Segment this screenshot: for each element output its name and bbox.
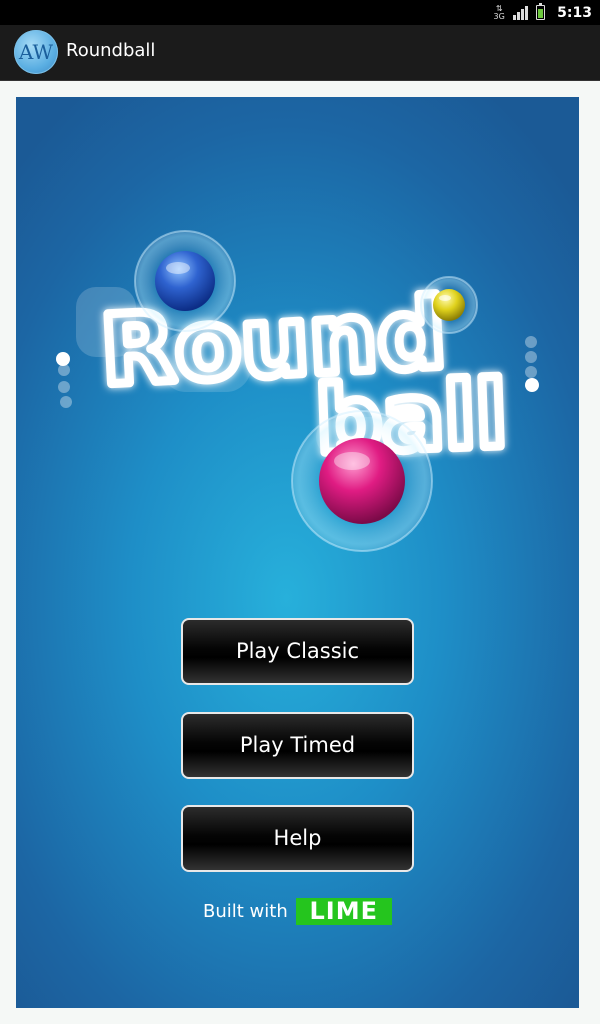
status-icons: ⇅ 3G 5:13	[493, 0, 592, 25]
title-bar: AW Roundball	[0, 25, 600, 81]
app-icon[interactable]: AW	[14, 30, 58, 74]
lime-logo[interactable]: LIME	[295, 898, 392, 925]
data-transfer-icon: ⇅ 3G	[493, 3, 505, 21]
trail-dot-right	[525, 378, 539, 392]
network-type-label: 3G	[493, 11, 505, 21]
help-button[interactable]: Help	[181, 805, 414, 872]
built-with-lime[interactable]: Built with LIME	[203, 898, 392, 925]
status-bar: ⇅ 3G 5:13	[0, 0, 600, 25]
signal-icon	[513, 5, 529, 20]
roundball-logo: Round ball	[56, 230, 539, 552]
yellow-ball	[420, 276, 478, 334]
battery-charging-icon	[536, 3, 546, 20]
play-timed-button[interactable]: Play Timed	[181, 712, 414, 779]
pink-ball	[291, 410, 433, 552]
trail-dot-left	[56, 352, 70, 366]
game-area: Round ball Play Classic Play Timed Help …	[16, 97, 579, 1008]
built-with-label: Built with	[203, 901, 288, 922]
app-title: Roundball	[66, 40, 156, 61]
clock: 5:13	[557, 4, 592, 21]
play-classic-button[interactable]: Play Classic	[181, 618, 414, 685]
blue-ball	[134, 230, 236, 332]
